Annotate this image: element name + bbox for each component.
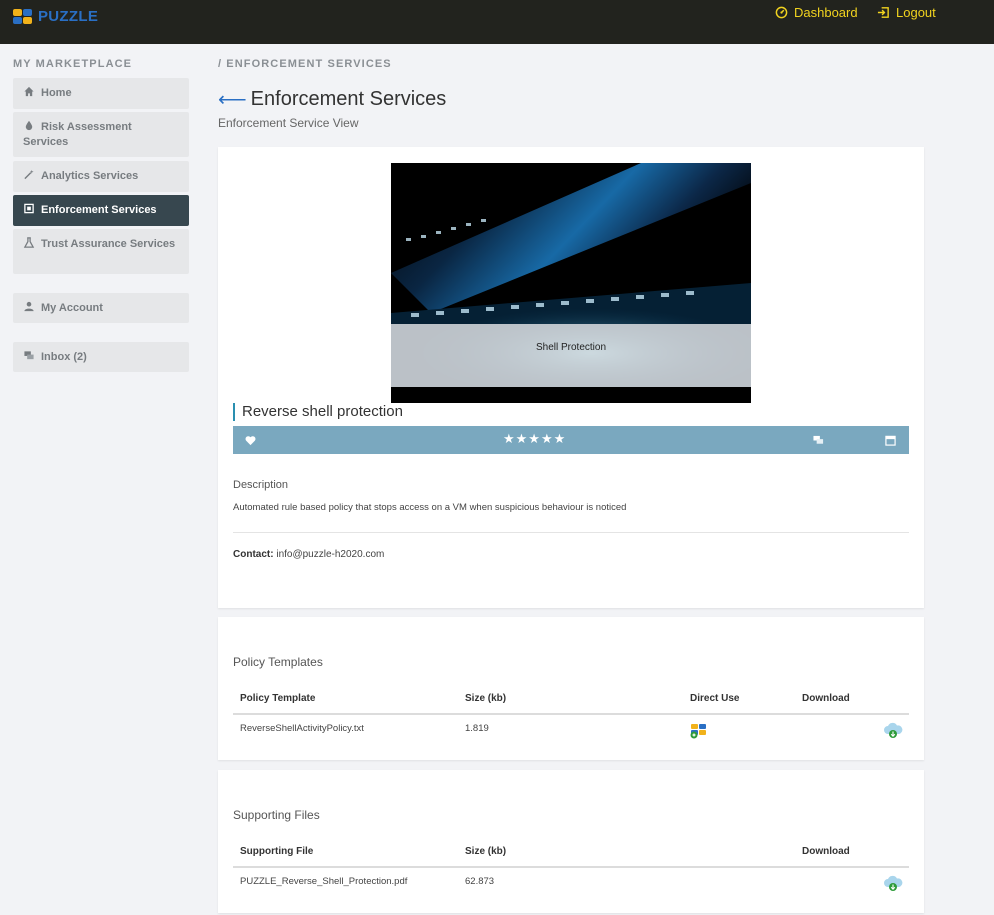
- puzzle-logo[interactable]: PUZZLE: [13, 8, 98, 25]
- puzzle-logo-icon: [13, 8, 35, 25]
- policy-template-size: 1.819: [465, 723, 489, 734]
- sidebar-item-risk-assessment[interactable]: Risk Assessment Services: [13, 112, 189, 157]
- home-icon: [24, 86, 34, 97]
- description-text: Automated rule based policy that stops a…: [233, 502, 627, 513]
- divider: [233, 532, 909, 533]
- breadcrumb: / ENFORCEMENT SERVICES: [218, 58, 392, 70]
- logout-icon: [877, 7, 889, 18]
- sidebar-title: MY MARKETPLACE: [13, 58, 133, 70]
- service-action-bar: ★★★★★: [233, 426, 909, 454]
- sidebar-item-label: Risk Assessment Services: [23, 121, 132, 148]
- enforcement-icon: [24, 203, 34, 214]
- page-title-text: Enforcement Services: [250, 88, 447, 110]
- supporting-file-name: PUZZLE_Reverse_Shell_Protection.pdf: [240, 876, 408, 887]
- comments-icon[interactable]: [813, 433, 824, 451]
- sidebar-item-analytics[interactable]: Analytics Services: [13, 161, 189, 192]
- rating-stars[interactable]: ★★★★★: [503, 431, 566, 447]
- image-caption: Shell Protection: [535, 342, 607, 353]
- logout-link[interactable]: Logout: [877, 5, 936, 20]
- column-header: Size (kb): [465, 693, 507, 704]
- column-header: Supporting File: [240, 846, 314, 857]
- calendar-icon[interactable]: [885, 433, 896, 451]
- header-divider: [233, 713, 909, 715]
- sidebar-item-label: Home: [41, 87, 72, 99]
- dashboard-link[interactable]: Dashboard: [775, 5, 858, 20]
- download-cloud-icon[interactable]: [883, 722, 903, 744]
- top-bar: PUZZLE Dashboard Logout: [0, 0, 994, 44]
- sidebar-item-label: My Account: [41, 302, 103, 314]
- contact-label: Contact:: [233, 549, 274, 560]
- policy-template-name: ReverseShellActivityPolicy.txt: [240, 723, 364, 734]
- contact-email[interactable]: info@puzzle-h2020.com: [276, 549, 384, 560]
- sidebar-item-trust-assurance[interactable]: Trust Assurance Services: [13, 229, 189, 274]
- sidebar-item-label: Analytics Services: [41, 170, 139, 182]
- supporting-files-card: Supporting Files Supporting File Size (k…: [218, 770, 924, 913]
- page-subtitle: Enforcement Service View: [218, 116, 359, 130]
- header-divider: [233, 866, 909, 868]
- service-card: Shell Protection Reverse shell protectio…: [218, 147, 924, 608]
- column-header: Download: [802, 846, 850, 857]
- user-icon: [24, 301, 34, 312]
- logout-label: Logout: [896, 5, 936, 20]
- wand-icon: [24, 169, 34, 180]
- sidebar-item-my-account[interactable]: My Account: [13, 293, 189, 323]
- drop-icon: [25, 120, 33, 131]
- description-label: Description: [233, 479, 289, 491]
- sidebar-item-label: Trust Assurance Services: [41, 238, 176, 250]
- logo-text: PUZZLE: [38, 8, 99, 25]
- sidebar-item-inbox[interactable]: Inbox (2): [13, 342, 189, 372]
- back-arrow-icon[interactable]: ⟵: [218, 87, 247, 112]
- contact-line: Contact: info@puzzle-h2020.com: [233, 549, 384, 560]
- service-name: Reverse shell protection: [233, 403, 403, 421]
- download-cloud-icon[interactable]: [883, 875, 903, 897]
- favorite-heart-icon[interactable]: [245, 433, 256, 451]
- column-header: Direct Use: [690, 693, 740, 704]
- page-title: ⟵ Enforcement Services: [218, 87, 446, 112]
- column-header: Policy Template: [240, 693, 316, 704]
- supporting-files-title: Supporting Files: [233, 808, 320, 822]
- dashboard-icon: [775, 6, 788, 19]
- service-image: Shell Protection: [391, 163, 751, 403]
- supporting-file-size: 62.873: [465, 876, 495, 887]
- flask-icon: [23, 237, 35, 248]
- policy-templates-card: Policy Templates Policy Template Size (k…: [218, 617, 924, 760]
- image-caption-overlay: [391, 324, 751, 387]
- dashboard-label: Dashboard: [794, 5, 858, 20]
- column-header: Size (kb): [465, 846, 507, 857]
- sidebar-item-enforcement[interactable]: Enforcement Services: [13, 195, 189, 226]
- sidebar-item-home[interactable]: Home: [13, 78, 189, 109]
- policy-templates-title: Policy Templates: [233, 655, 323, 669]
- sidebar-item-label: Inbox (2): [41, 351, 87, 363]
- direct-use-icon[interactable]: [690, 723, 708, 744]
- column-header: Download: [802, 693, 850, 704]
- chat-icon: [24, 351, 34, 360]
- sidebar-item-label: Enforcement Services: [41, 204, 157, 216]
